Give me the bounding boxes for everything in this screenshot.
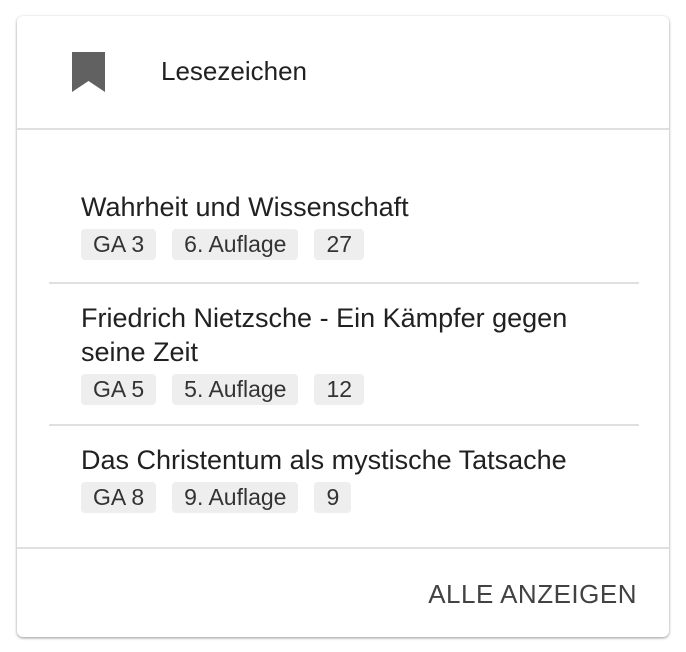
bookmark-item[interactable]: Friedrich Nietzsche - Ein Kämpfer gegen … <box>49 284 639 426</box>
card-header: Lesezeichen <box>17 16 669 130</box>
edition-chip: 5. Auflage <box>172 374 299 405</box>
bookmarks-card: Lesezeichen Wahrheit und Wissenschaft GA… <box>17 16 669 637</box>
bookmark-list: Wahrheit und Wissenschaft GA 3 6. Auflag… <box>49 130 639 533</box>
bookmark-chips: GA 8 9. Auflage 9 <box>81 482 607 513</box>
card-title: Lesezeichen <box>161 56 307 86</box>
ga-chip: GA 3 <box>81 229 157 260</box>
page-chip: 9 <box>314 482 352 513</box>
bookmark-title: Friedrich Nietzsche - Ein Kämpfer gegen … <box>81 303 568 367</box>
page-chip: 27 <box>314 229 365 260</box>
bookmark-title: Wahrheit und Wissenschaft <box>81 192 409 222</box>
ga-chip: GA 5 <box>81 374 157 405</box>
bookmark-title: Das Christentum als mystische Tatsache <box>81 445 567 475</box>
show-all-button[interactable]: ALLE ANZEIGEN <box>428 578 637 610</box>
edition-chip: 9. Auflage <box>172 482 299 513</box>
ga-chip: GA 8 <box>81 482 157 513</box>
card-footer: ALLE ANZEIGEN <box>17 547 669 637</box>
bookmark-item[interactable]: Wahrheit und Wissenschaft GA 3 6. Auflag… <box>49 130 639 284</box>
bookmark-icon <box>72 52 105 92</box>
bookmark-chips: GA 5 5. Auflage 12 <box>81 374 607 405</box>
bookmark-chips: GA 3 6. Auflage 27 <box>81 229 607 260</box>
edition-chip: 6. Auflage <box>172 229 299 260</box>
bookmark-item[interactable]: Das Christentum als mystische Tatsache G… <box>49 426 639 533</box>
page-chip: 12 <box>314 374 365 405</box>
